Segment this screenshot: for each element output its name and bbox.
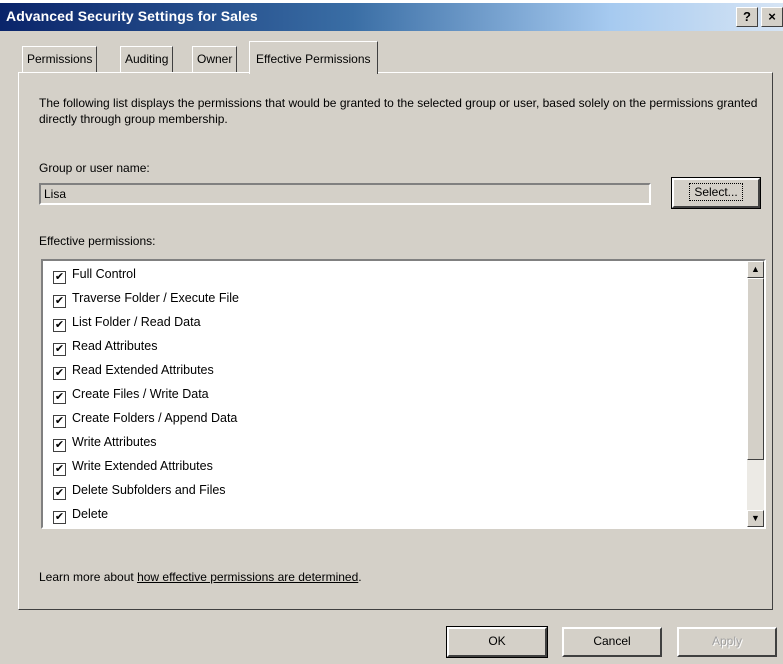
- learn-more-prefix: Learn more about: [39, 570, 138, 584]
- permission-item: ✔ Write Attributes: [53, 432, 157, 452]
- permission-item: ✔ Write Extended Attributes: [53, 456, 213, 476]
- window-title: Advanced Security Settings for Sales: [6, 8, 258, 24]
- scroll-down-button[interactable]: ▼: [747, 510, 764, 527]
- permission-item: ✔ Read Extended Attributes: [53, 360, 214, 380]
- checkbox-checked-icon: ✔: [53, 295, 66, 308]
- learn-more-link[interactable]: how effective permissions are determined: [137, 570, 358, 584]
- permissions-scrollbar[interactable]: ▲ ▼: [747, 261, 764, 527]
- panel-description: The following list displays the permissi…: [39, 96, 758, 126]
- permission-item: ✔ Delete: [53, 504, 108, 524]
- checkbox-checked-icon: ✔: [53, 439, 66, 452]
- effective-permissions-panel: The following list displays the permissi…: [18, 72, 773, 610]
- select-button-label: Select...: [689, 183, 743, 201]
- checkbox-checked-icon: ✔: [53, 343, 66, 356]
- scroll-thumb[interactable]: [747, 278, 764, 460]
- permission-label: Read Extended Attributes: [72, 363, 214, 377]
- permission-label: Full Control: [72, 267, 136, 281]
- select-button[interactable]: Select...: [671, 177, 761, 209]
- learn-more-text: Learn more about how effective permissio…: [39, 570, 362, 584]
- permission-label: Traverse Folder / Execute File: [72, 291, 239, 305]
- permission-label: Create Folders / Append Data: [72, 411, 238, 425]
- permission-item: ✔ Create Folders / Append Data: [53, 408, 237, 428]
- checkbox-checked-icon: ✔: [53, 391, 66, 404]
- permission-label: Read Attributes: [72, 339, 158, 353]
- arrow-down-icon: ▼: [751, 513, 760, 523]
- checkbox-checked-icon: ✔: [53, 487, 66, 500]
- arrow-up-icon: ▲: [751, 264, 760, 274]
- permission-item: ✔ Traverse Folder / Execute File: [53, 288, 239, 308]
- checkbox-checked-icon: ✔: [53, 319, 66, 332]
- help-icon: ?: [743, 9, 751, 24]
- permission-item: ✔ Full Control: [53, 264, 136, 284]
- tab-permissions[interactable]: Permissions: [22, 46, 98, 72]
- checkbox-checked-icon: ✔: [53, 511, 66, 524]
- cancel-button[interactable]: Cancel: [562, 627, 662, 657]
- permission-label: Delete Subfolders and Files: [72, 483, 226, 497]
- group-user-label: Group or user name:: [39, 161, 150, 175]
- tab-effective-permissions[interactable]: Effective Permissions: [249, 41, 378, 74]
- scroll-up-button[interactable]: ▲: [747, 261, 764, 278]
- permission-label: Write Extended Attributes: [72, 459, 213, 473]
- checkbox-checked-icon: ✔: [53, 271, 66, 284]
- apply-button[interactable]: Apply: [677, 627, 777, 657]
- tab-auditing[interactable]: Auditing: [120, 46, 174, 72]
- permission-item: ✔ Create Files / Write Data: [53, 384, 209, 404]
- permission-label: Write Attributes: [72, 435, 157, 449]
- checkbox-checked-icon: ✔: [53, 415, 66, 428]
- permission-item: ✔ List Folder / Read Data: [53, 312, 201, 332]
- effective-permissions-list[interactable]: ✔ Full Control ✔ Traverse Folder / Execute…: [41, 259, 766, 529]
- permission-label: Delete: [72, 507, 109, 521]
- title-bar[interactable]: Advanced Security Settings for Sales ? ×: [0, 3, 783, 31]
- learn-more-suffix: .: [358, 570, 362, 584]
- advanced-security-dialog: Advanced Security Settings for Sales ? ×…: [0, 0, 783, 664]
- tab-owner[interactable]: Owner: [192, 46, 238, 72]
- help-button[interactable]: ?: [736, 7, 758, 27]
- checkbox-checked-icon: ✔: [53, 463, 66, 476]
- close-button[interactable]: ×: [761, 7, 783, 27]
- permission-item: ✔ Read Attributes: [53, 336, 157, 356]
- permission-label: List Folder / Read Data: [72, 315, 201, 329]
- ok-button[interactable]: OK: [446, 626, 548, 658]
- effective-permissions-label: Effective permissions:: [39, 234, 156, 248]
- close-icon: ×: [768, 9, 776, 24]
- group-user-field: Lisa: [39, 183, 651, 205]
- permission-label: Create Files / Write Data: [72, 387, 209, 401]
- checkbox-checked-icon: ✔: [53, 367, 66, 380]
- permission-item: ✔ Delete Subfolders and Files: [53, 480, 226, 500]
